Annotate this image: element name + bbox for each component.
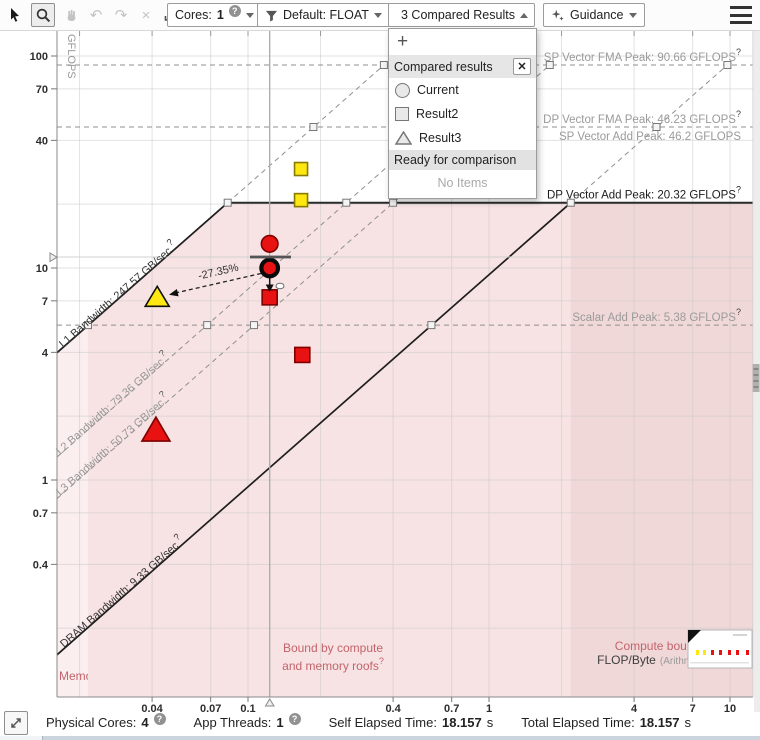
roofline-label-sp-vector-add: SP Vector Add Peak: 46.2 GFLOPS: [559, 131, 741, 143]
y-tick-label: 10: [36, 263, 48, 275]
compared-results-header: Compared results ✕: [389, 55, 536, 78]
square-marker-icon: [395, 107, 409, 121]
minimap-axis: [690, 662, 749, 664]
help-question-icon[interactable]: ?: [379, 656, 384, 666]
roofline-handle: [342, 198, 351, 207]
status-bar: Physical Cores: 4? App Threads: 1? Self El…: [0, 712, 760, 736]
compared-results-panel: + Compared results ✕ Current Result2 Res…: [388, 28, 537, 199]
cancel-icon[interactable]: ×: [137, 6, 155, 24]
roofline-handle: [223, 198, 232, 207]
guidance-button[interactable]: Guidance: [543, 3, 645, 27]
circle-marker-icon: [395, 82, 410, 98]
guidance-sparkle-icon: [551, 9, 564, 21]
region-label-mixed-line1: Bound by compute: [283, 641, 383, 655]
help-question-icon[interactable]: ?: [736, 47, 741, 57]
compared-results-label: 3 Compared Results: [401, 8, 515, 22]
expand-view-button[interactable]: [4, 711, 28, 735]
minimap-text-placeholder: [733, 634, 747, 636]
data-point-selected[interactable]: [259, 257, 281, 279]
region-label-mixed-line2: and memory roofs?: [282, 656, 384, 673]
selected-point-marker-bar: [250, 255, 291, 259]
filter-button[interactable]: Default: FLOAT: [257, 3, 390, 27]
menu-hamburger-icon[interactable]: [730, 6, 752, 24]
cores-button[interactable]: Cores: 1?: [167, 3, 262, 27]
zoom-tool-button[interactable]: [31, 3, 55, 27]
help-icon[interactable]: ?: [153, 712, 166, 725]
physical-cores-field: Physical Cores: 4?: [46, 712, 166, 730]
region-compute-bound: [570, 202, 753, 697]
chevron-down-icon: [245, 12, 254, 18]
select-cursor-icon[interactable]: [6, 6, 24, 24]
compared-results-button[interactable]: 3 Compared Results: [388, 3, 535, 27]
help-icon[interactable]: ?: [228, 5, 241, 17]
data-point[interactable]: [260, 234, 279, 253]
add-result-button[interactable]: +: [389, 29, 536, 55]
guidance-label: Guidance: [570, 8, 624, 22]
y-tick-label: 4: [42, 347, 49, 359]
undo-icon[interactable]: ↶: [87, 6, 105, 24]
help-question-icon[interactable]: ?: [736, 185, 741, 195]
compared-results-header-label: Compared results: [394, 59, 493, 74]
resize-grip[interactable]: [752, 364, 760, 392]
y-tick-label: 100: [30, 51, 48, 63]
help-icon[interactable]: ?: [288, 712, 301, 725]
loop-marker-ellipse: [275, 282, 285, 290]
compared-item-label: Result2: [416, 107, 459, 121]
bottom-scroll-strip[interactable]: [0, 736, 760, 740]
cores-value: 1: [216, 8, 224, 22]
total-elapsed-time-field: Total Elapsed Time: 18.157 s: [521, 715, 691, 730]
roofline-handle: [379, 61, 388, 69]
data-point[interactable]: [293, 161, 309, 177]
empty-list-label: No Items: [437, 176, 488, 190]
roofline-regions: [57, 202, 753, 697]
chevron-down-icon: [628, 12, 637, 18]
ready-for-comparison-header: Ready for comparison: [389, 150, 536, 170]
self-elapsed-time-field: Self Elapsed Time: 18.157 s: [328, 715, 494, 730]
chevron-down-icon: [373, 12, 382, 18]
y-tick-label: 1: [42, 475, 48, 487]
y-tick-label: 40: [36, 135, 48, 147]
roofline-view: ↶ ↷ × Cores: 1? Default: FLOAT 3 Compared…: [0, 0, 760, 740]
help-question-icon[interactable]: ?: [736, 307, 741, 317]
close-icon[interactable]: ✕: [513, 58, 531, 75]
roofline-handle: [250, 321, 258, 330]
data-point[interactable]: [261, 289, 278, 306]
roofline-handle: [309, 123, 318, 131]
y-tick-label: 70: [36, 84, 48, 96]
cores-label: Cores:: [175, 8, 212, 22]
y-tick-label: 7: [42, 296, 48, 308]
data-point[interactable]: [293, 346, 311, 364]
pan-hand-icon[interactable]: [62, 6, 80, 24]
roofline-handle: [203, 321, 212, 330]
roofline-chart[interactable]: 0.04 0.07 0.1 0.4 0.7 1 4 7 100.40.7147104070100…: [0, 30, 760, 716]
help-question-icon[interactable]: ?: [736, 109, 741, 119]
toolbar: ↶ ↷ × Cores: 1? Default: FLOAT 3 Compared…: [0, 0, 760, 31]
compared-result-item-result2[interactable]: Result2: [389, 102, 536, 126]
expand-icon: [11, 718, 21, 728]
chevron-up-icon: [519, 12, 528, 18]
roofline-handle: [389, 198, 398, 207]
y-tick-label: 0.7: [33, 508, 48, 520]
compared-result-item-result3[interactable]: Result3: [389, 126, 536, 150]
data-point[interactable]: [293, 192, 309, 208]
compared-item-label: Result3: [419, 131, 462, 145]
filter-label: Default: FLOAT: [283, 8, 369, 22]
app-threads-field: App Threads: 1?: [194, 712, 301, 730]
triangle-marker-icon: [395, 131, 412, 145]
minimap[interactable]: [687, 629, 753, 669]
y-tick-label: 0.4: [33, 559, 49, 571]
filter-funnel-icon: [265, 10, 278, 22]
y-axis-title: GFLOPS: [65, 34, 77, 79]
roofline-handle: [427, 321, 436, 330]
compared-item-label: Current: [417, 83, 459, 97]
redo-icon[interactable]: ↷: [112, 6, 130, 24]
compared-result-item-current[interactable]: Current: [389, 78, 536, 102]
